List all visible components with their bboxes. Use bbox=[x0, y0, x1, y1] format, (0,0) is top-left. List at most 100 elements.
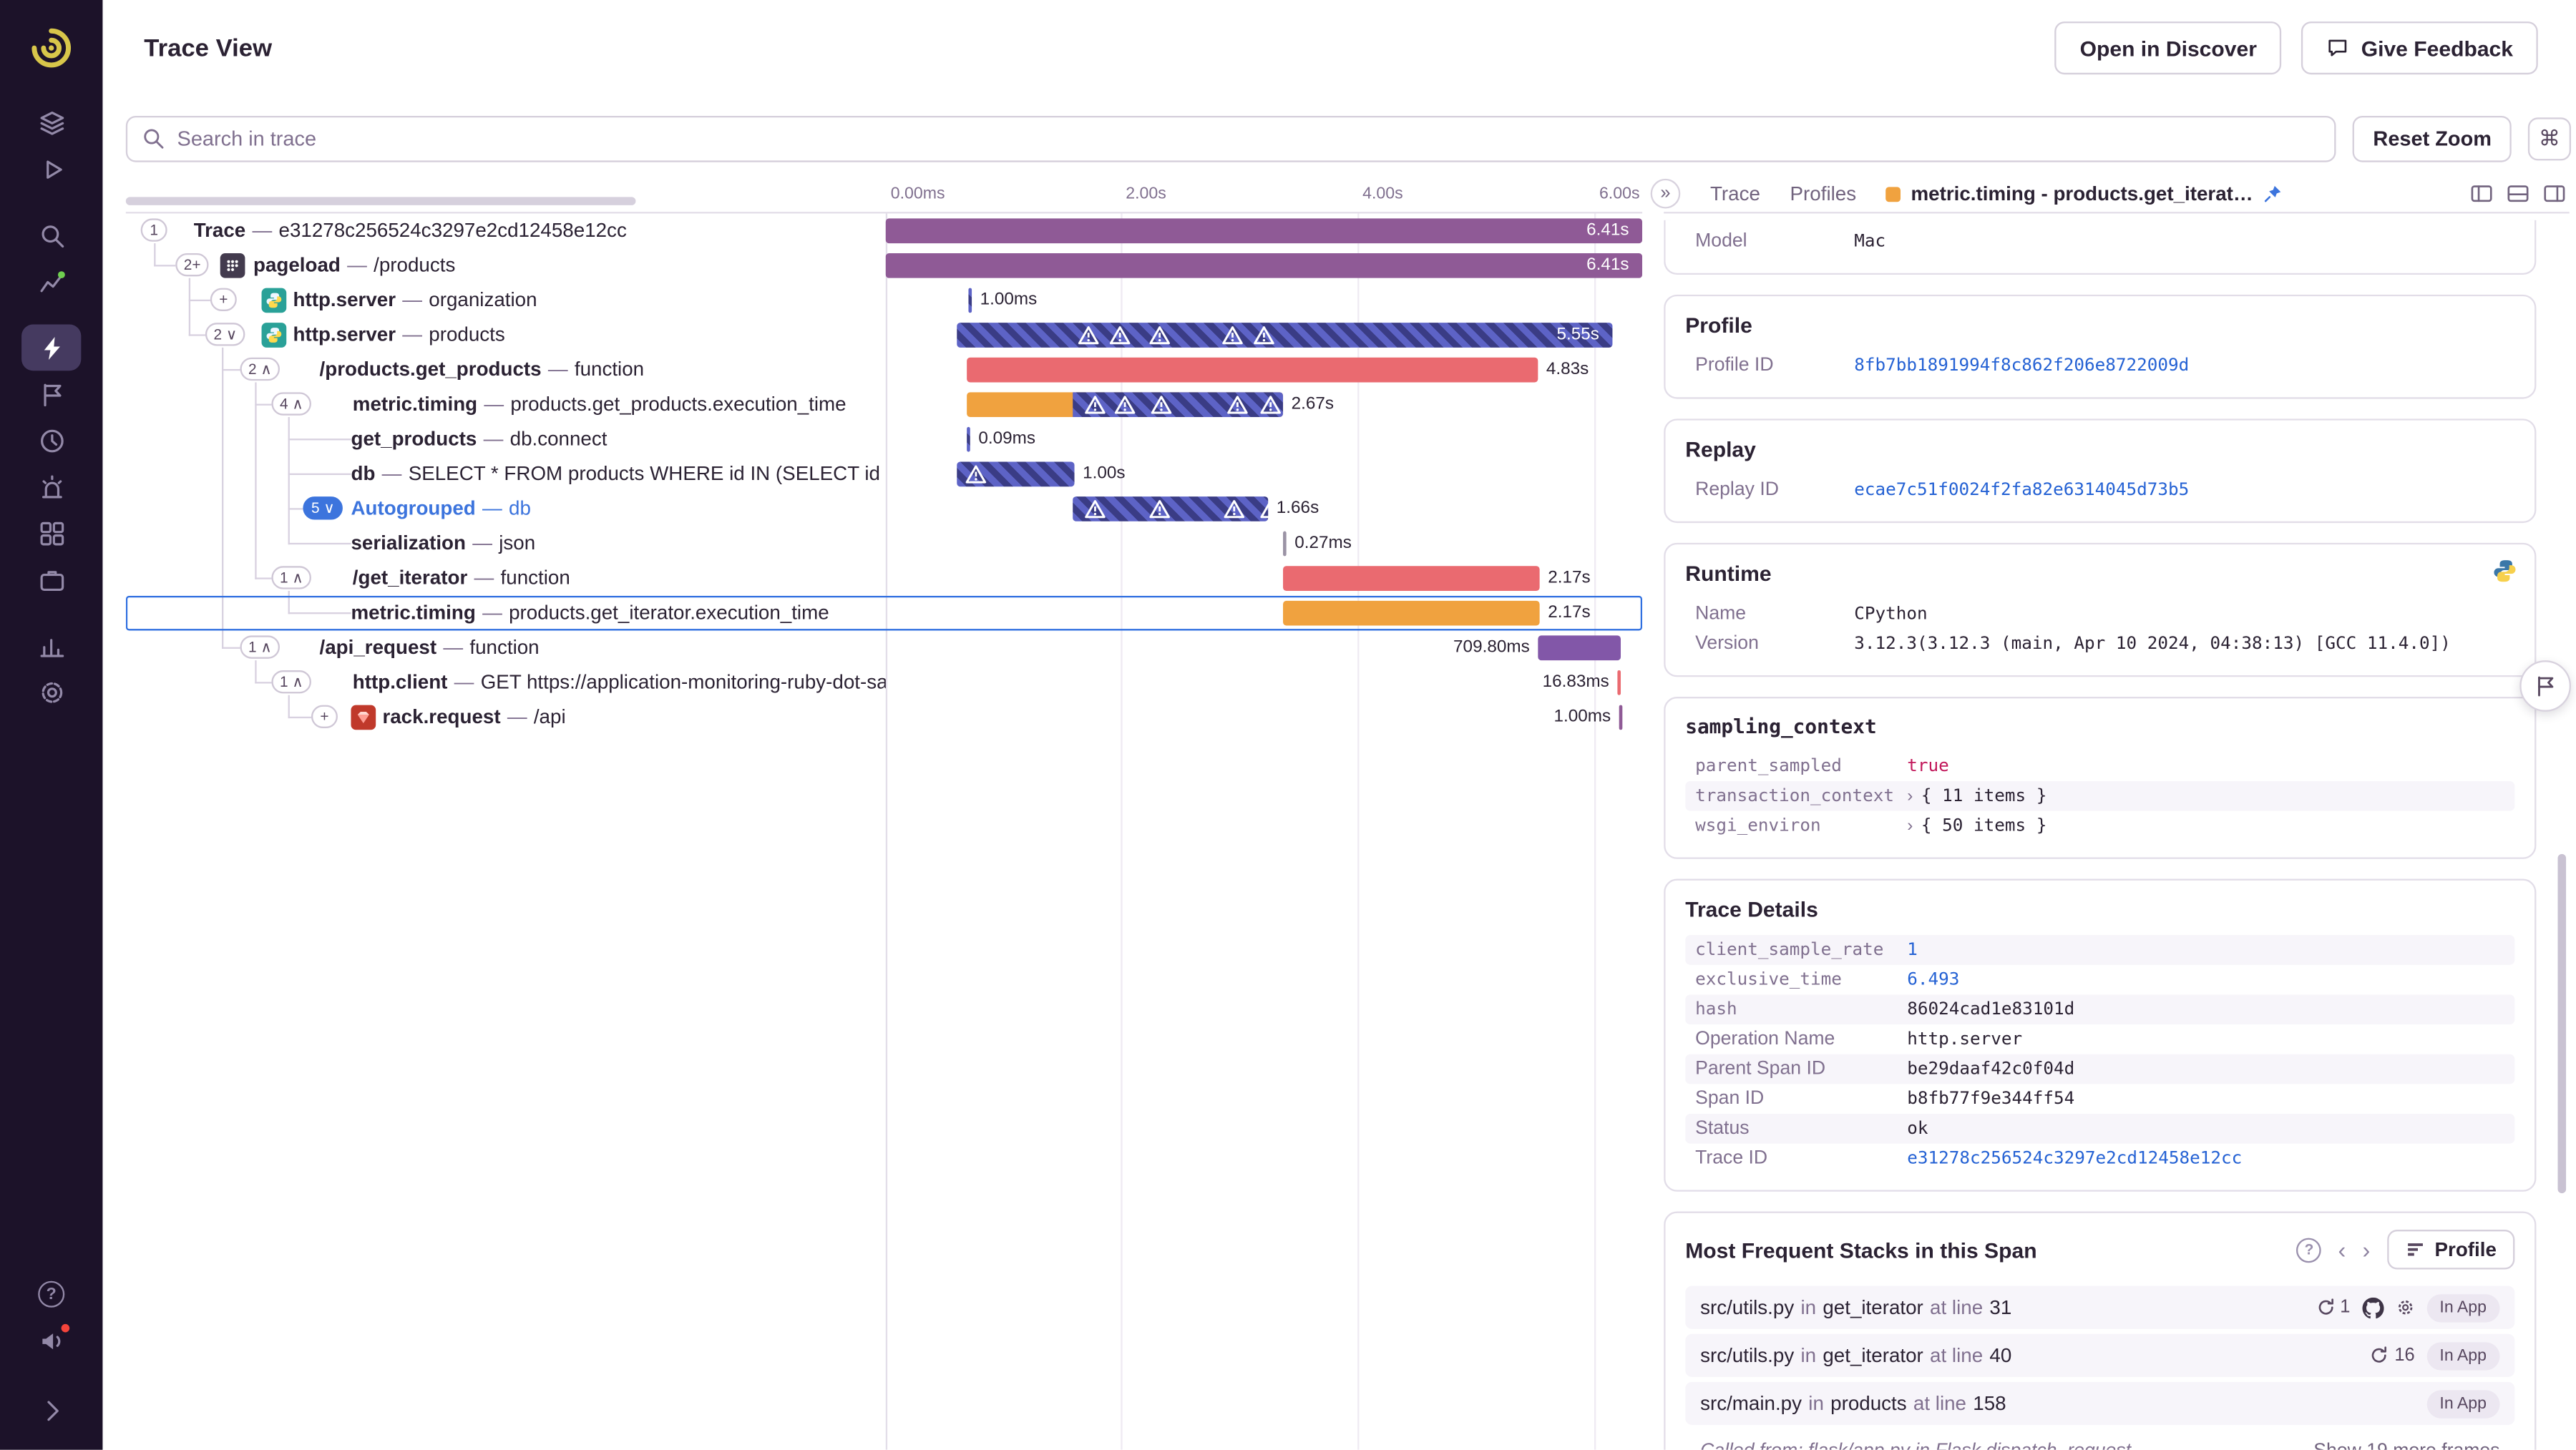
warning-triangle-icon[interactable] bbox=[1224, 498, 1245, 519]
nav-projects[interactable] bbox=[21, 556, 81, 602]
expand-chevron-icon[interactable]: › bbox=[1907, 786, 1913, 806]
prev-stack-button[interactable]: ‹ bbox=[2338, 1238, 2346, 1261]
layout-right-icon[interactable] bbox=[2543, 182, 2566, 205]
warning-triangle-icon[interactable] bbox=[1109, 324, 1131, 346]
stack-frame-row[interactable]: src/main.py in products at line 158 In App bbox=[1685, 1381, 2515, 1426]
profile-id-link[interactable]: 8fb7bb1891994f8c862f206e8722009d bbox=[1854, 356, 2189, 376]
next-stack-button[interactable]: › bbox=[2362, 1238, 2370, 1261]
feedback-float-button[interactable] bbox=[2519, 660, 2572, 712]
nav-insights[interactable] bbox=[21, 258, 81, 305]
warning-triangle-icon[interactable] bbox=[1114, 394, 1136, 416]
span-bar[interactable] bbox=[1538, 635, 1621, 661]
span-row[interactable]: 1 ∧ http.client — GET https://application-m… bbox=[126, 665, 1642, 700]
collapse-panel-button[interactable]: » bbox=[1650, 178, 1681, 209]
span-bar[interactable] bbox=[957, 461, 1075, 487]
span-bar[interactable] bbox=[1283, 566, 1540, 591]
autogroup-badge[interactable]: 5 ∨ bbox=[303, 496, 343, 520]
details-scrollbar[interactable] bbox=[2557, 853, 2567, 1194]
span-row[interactable]: 1 Trace — e31278c256524c3297e2cd12458e12cc 6… bbox=[126, 213, 1643, 248]
nav-crons[interactable] bbox=[21, 417, 81, 464]
span-row[interactable]: 1 ∧/api_request — function 709.80ms bbox=[126, 630, 1642, 665]
nav-issues[interactable] bbox=[21, 99, 81, 146]
nav-releases[interactable] bbox=[21, 371, 81, 417]
span-bar[interactable] bbox=[967, 392, 1284, 418]
horizontal-scrollbar[interactable] bbox=[125, 197, 636, 205]
span-toggle-badge[interactable]: 1 ∧ bbox=[271, 670, 312, 694]
nav-traces[interactable] bbox=[21, 324, 82, 371]
search-input[interactable] bbox=[125, 115, 2337, 162]
warning-triangle-icon[interactable] bbox=[1078, 324, 1099, 346]
tab-span-details[interactable]: metric.timing - products.get_iterat… bbox=[1885, 182, 2283, 205]
span-toggle-badge[interactable]: + bbox=[311, 705, 338, 728]
show-more-frames-link[interactable]: Show 19 more frames bbox=[2313, 1441, 2499, 1450]
warning-triangle-icon[interactable] bbox=[965, 464, 987, 485]
span-bar[interactable] bbox=[1073, 496, 1281, 521]
warning-triangle-icon[interactable] bbox=[1151, 394, 1172, 416]
span-bar[interactable] bbox=[1619, 705, 1623, 730]
warning-triangle-icon[interactable] bbox=[1084, 498, 1106, 519]
span-bar[interactable] bbox=[885, 218, 1643, 244]
span-toggle-badge[interactable]: 1 ∧ bbox=[271, 566, 312, 589]
nav-settings[interactable] bbox=[21, 669, 81, 715]
nav-replays[interactable] bbox=[21, 146, 81, 192]
whats-new-button[interactable] bbox=[21, 1318, 81, 1364]
warning-triangle-icon[interactable] bbox=[1149, 324, 1171, 346]
span-toggle-badge[interactable]: + bbox=[210, 288, 237, 311]
nav-alerts[interactable] bbox=[21, 464, 81, 510]
stack-frame-row[interactable]: src/utils.py in get_iterator at line 40 16 I… bbox=[1685, 1333, 2515, 1377]
span-row[interactable]: 2 ∨ http.server — products 5.55s bbox=[126, 318, 1642, 353]
warning-triangle-icon[interactable] bbox=[1226, 394, 1248, 416]
span-bar[interactable] bbox=[957, 323, 1613, 348]
expand-chevron-icon[interactable]: › bbox=[1907, 816, 1913, 836]
span-row[interactable]: get_products — db.connect 0.09ms bbox=[126, 422, 1642, 457]
span-row[interactable]: 5 ∨ Autogrouped — db 1.66s bbox=[126, 491, 1642, 526]
span-row[interactable]: + rack.request —/api 1.00ms bbox=[126, 700, 1642, 735]
span-toggle-badge[interactable]: 2 ∧ bbox=[240, 357, 280, 381]
span-toggle-badge[interactable]: 1 ∧ bbox=[240, 635, 280, 659]
help-button[interactable]: ? bbox=[21, 1271, 81, 1318]
trace-id-link[interactable]: e31278c256524c3297e2cd12458e12cc bbox=[1907, 1149, 2242, 1169]
span-toggle-badge[interactable]: 4 ∧ bbox=[271, 392, 312, 416]
tab-trace[interactable]: Trace bbox=[1710, 182, 1760, 205]
nav-explore[interactable] bbox=[21, 212, 81, 258]
span-bar[interactable] bbox=[885, 253, 1643, 278]
warning-triangle-icon[interactable] bbox=[1260, 394, 1282, 416]
span-toggle-badge[interactable]: 2 ∨ bbox=[205, 323, 245, 346]
span-toggle-badge[interactable]: 1 bbox=[140, 218, 167, 242]
warning-triangle-icon[interactable] bbox=[1084, 394, 1106, 416]
span-row[interactable]: 2 ∧/products.get_products — function 4.83s bbox=[126, 353, 1642, 388]
layout-left-icon[interactable] bbox=[2470, 182, 2493, 205]
stack-frame-row[interactable]: src/utils.py in get_iterator at line 31 1 In… bbox=[1685, 1285, 2515, 1329]
span-bar[interactable] bbox=[968, 288, 972, 313]
shortcut-button[interactable]: ⌘ bbox=[2527, 117, 2572, 161]
span-row[interactable]: 1 ∧/get_iterator — function 2.17s bbox=[126, 561, 1642, 596]
help-icon[interactable]: ? bbox=[2296, 1237, 2322, 1263]
span-row[interactable]: serialization — json 0.27ms bbox=[126, 526, 1642, 562]
span-row[interactable]: db — SELECT * FROM products WHERE id IN (S… bbox=[126, 457, 1642, 492]
layout-bottom-icon[interactable] bbox=[2507, 182, 2529, 205]
span-row[interactable]: + http.server — organization 1.00ms bbox=[126, 283, 1642, 318]
span-bar[interactable] bbox=[967, 357, 1538, 383]
nav-stats[interactable] bbox=[21, 622, 81, 669]
span-row[interactable]: 2+ pageload —/products 6.41s bbox=[126, 248, 1643, 283]
warning-triangle-icon[interactable] bbox=[1253, 324, 1274, 346]
settings-icon[interactable] bbox=[2395, 1298, 2415, 1318]
span-row-selected[interactable]: metric.timing — products.get_iterator.exec… bbox=[126, 596, 1642, 631]
span-bar[interactable] bbox=[1617, 670, 1621, 695]
expand-sidebar-button[interactable] bbox=[21, 1387, 81, 1434]
replay-id-link[interactable]: ecae7c51f0024f2fa82e6314045d73b5 bbox=[1854, 480, 2189, 500]
pin-icon[interactable] bbox=[2263, 184, 2283, 204]
sentry-logo-icon[interactable] bbox=[26, 23, 76, 72]
span-bar[interactable] bbox=[967, 426, 970, 452]
details-scroll-area[interactable]: Model Mac Profile Profile ID 8fb7bb1891994… bbox=[1664, 213, 2570, 1450]
span-bar[interactable] bbox=[1283, 600, 1540, 626]
warning-triangle-icon[interactable] bbox=[1149, 498, 1171, 519]
warning-triangle-icon[interactable] bbox=[1221, 324, 1243, 346]
tab-profiles[interactable]: Profiles bbox=[1790, 182, 1857, 205]
give-feedback-button[interactable]: Give Feedback bbox=[2301, 21, 2538, 75]
open-in-discover-button[interactable]: Open in Discover bbox=[2054, 21, 2282, 75]
span-row[interactable]: 4 ∧ metric.timing — products.get_products.e… bbox=[126, 387, 1642, 422]
nav-dashboards[interactable] bbox=[21, 510, 81, 557]
span-bar[interactable] bbox=[1283, 531, 1287, 557]
profile-button[interactable]: Profile bbox=[2386, 1230, 2515, 1270]
